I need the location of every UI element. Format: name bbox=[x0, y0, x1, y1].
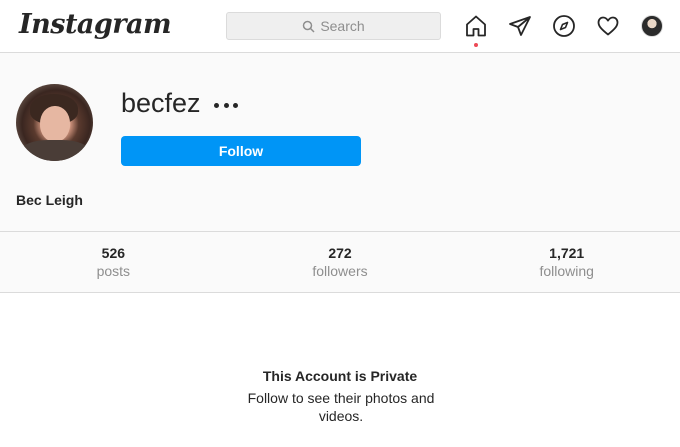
search-placeholder: Search bbox=[320, 18, 365, 34]
home-icon[interactable] bbox=[464, 14, 488, 38]
profile-avatar-icon[interactable] bbox=[641, 15, 663, 37]
private-notice-text: Follow to see their photos and videos. bbox=[247, 390, 435, 424]
stat-following[interactable]: 1,721 following bbox=[453, 232, 680, 292]
activity-heart-icon[interactable] bbox=[596, 14, 620, 38]
stat-followers[interactable]: 272 followers bbox=[227, 232, 454, 292]
stat-followers-label: followers bbox=[312, 263, 368, 279]
instagram-logo[interactable]: Instagram bbox=[19, 9, 172, 40]
search-icon bbox=[303, 20, 315, 33]
profile-stats: 526 posts 272 followers 1,721 following bbox=[0, 231, 680, 293]
stat-posts: 526 posts bbox=[0, 232, 227, 292]
private-account-notice: This Account is Private Follow to see th… bbox=[0, 293, 680, 447]
private-notice-title: This Account is Private bbox=[262, 368, 418, 384]
explore-compass-icon[interactable] bbox=[552, 14, 576, 38]
stat-following-label: following bbox=[539, 263, 594, 279]
direct-message-icon[interactable] bbox=[508, 14, 532, 38]
stat-following-value: 1,721 bbox=[549, 245, 585, 261]
more-options-icon[interactable] bbox=[214, 97, 238, 113]
profile-username: becfez bbox=[121, 88, 201, 118]
top-navigation: Instagram Search bbox=[0, 0, 680, 53]
home-notification-dot bbox=[474, 43, 478, 47]
search-box[interactable]: Search bbox=[226, 12, 441, 40]
follow-button[interactable]: Follow bbox=[121, 136, 361, 166]
stat-posts-value: 526 bbox=[101, 245, 126, 261]
stat-posts-label: posts bbox=[96, 263, 131, 279]
profile-full-name: Bec Leigh bbox=[16, 192, 83, 208]
profile-picture bbox=[16, 84, 93, 161]
stat-followers-value: 272 bbox=[328, 245, 352, 261]
